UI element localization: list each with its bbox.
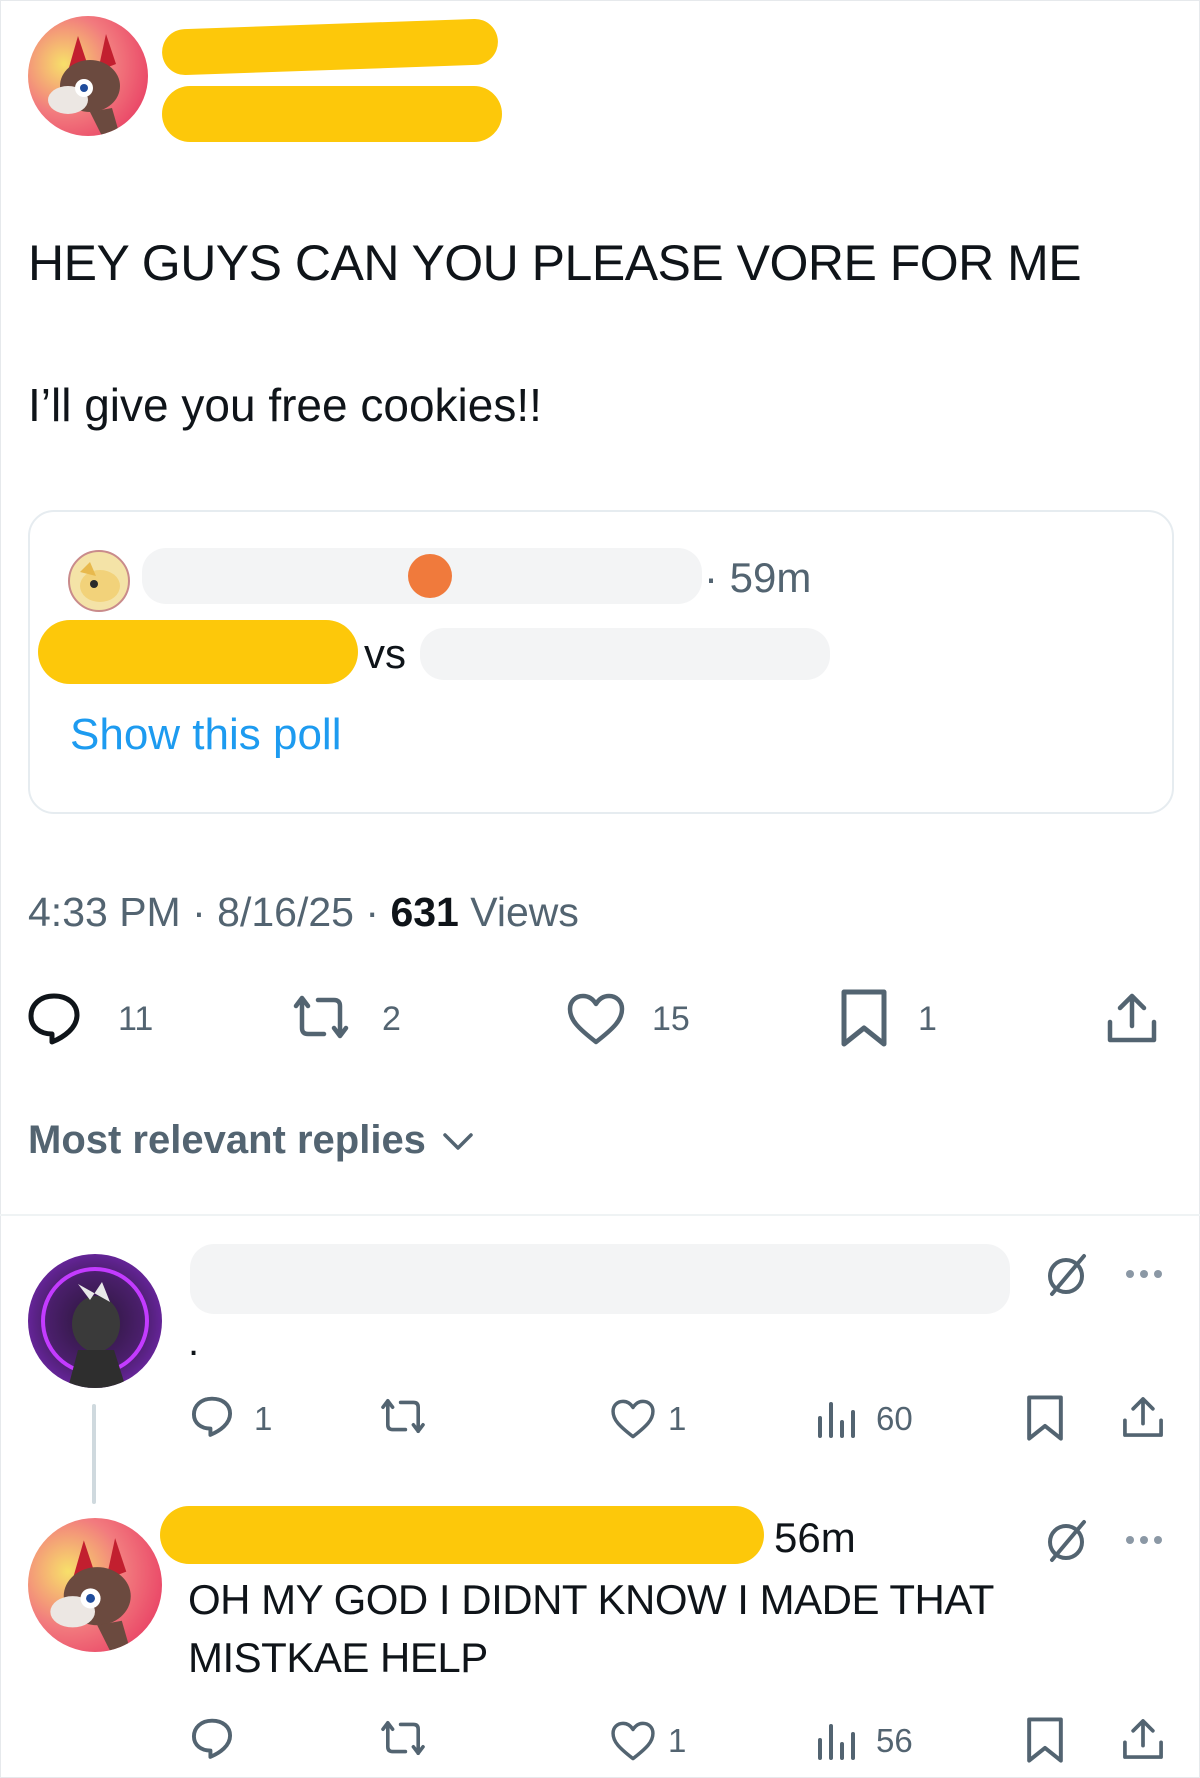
quoted-author-avatar xyxy=(68,550,130,612)
more-options-icon[interactable] xyxy=(1124,1534,1164,1546)
bookmark-icon[interactable] xyxy=(1026,1394,1064,1442)
like-count: 1 xyxy=(668,1722,687,1759)
reply-count: 1 xyxy=(254,1400,273,1437)
post-meta: 4:33 PM · 8/16/25 · 631 Views xyxy=(28,888,579,936)
repost-count: 2 xyxy=(382,1000,401,1038)
quoted-vs-text: vs xyxy=(364,630,406,677)
quoted-post-time: · 59m xyxy=(704,554,812,601)
author-avatar[interactable] xyxy=(28,16,148,136)
chevron-down-icon xyxy=(441,1131,475,1153)
replies-sort-dropdown[interactable]: Most relevant replies xyxy=(28,1116,475,1164)
share-icon[interactable] xyxy=(1120,1394,1166,1440)
reply-text-line2: MISTKAE HELP xyxy=(188,1634,488,1681)
quoted-post-card[interactable]: · 59m vs Show this poll xyxy=(28,510,1174,814)
post-time: 4:33 PM xyxy=(28,889,181,935)
like-icon[interactable] xyxy=(566,992,626,1046)
reply-count: 11 xyxy=(118,1000,154,1038)
quoted-text-redaction-2 xyxy=(420,628,830,680)
views-icon[interactable] xyxy=(816,1398,858,1440)
repost-icon[interactable] xyxy=(290,992,352,1042)
views-count: 60 xyxy=(876,1400,913,1437)
author-handle-redaction xyxy=(162,86,502,142)
show-this-poll-link[interactable]: Show this poll xyxy=(70,710,341,760)
bookmark-icon[interactable] xyxy=(1026,1716,1064,1764)
reply-text: . xyxy=(188,1320,200,1364)
more-options-icon[interactable] xyxy=(1124,1268,1164,1280)
reply-icon[interactable] xyxy=(190,1716,234,1760)
reply-author-name-redaction xyxy=(190,1244,1010,1314)
divider xyxy=(0,1214,1200,1216)
grok-icon[interactable] xyxy=(1042,1516,1090,1564)
author-name-redaction xyxy=(161,18,499,76)
meta-separator: · xyxy=(365,889,380,935)
thread-line xyxy=(92,1404,96,1504)
grok-icon[interactable] xyxy=(1042,1250,1090,1298)
views-count: 56 xyxy=(876,1722,913,1759)
reply-author-name-redaction xyxy=(160,1506,764,1564)
bookmark-icon[interactable] xyxy=(840,988,888,1048)
quoted-text-redaction xyxy=(38,620,358,684)
views-icon[interactable] xyxy=(816,1720,858,1762)
reply-text-line1: OH MY GOD I DIDNT KNOW I MADE THAT xyxy=(188,1576,994,1623)
reply-icon[interactable] xyxy=(190,1394,234,1438)
replies-sort-label: Most relevant replies xyxy=(28,1118,426,1162)
like-count: 15 xyxy=(652,1000,690,1038)
reply-author-avatar[interactable] xyxy=(28,1518,162,1652)
repost-icon[interactable] xyxy=(378,1718,428,1758)
post-text-line2: I’ll give you free cookies!! xyxy=(28,379,542,431)
post-date: 8/16/25 xyxy=(217,889,354,935)
repost-icon[interactable] xyxy=(378,1396,428,1436)
views-count: 631 xyxy=(390,889,459,935)
reply-icon[interactable] xyxy=(26,990,82,1046)
like-count: 1 xyxy=(668,1400,687,1437)
reply-author-avatar[interactable] xyxy=(28,1254,162,1388)
like-icon[interactable] xyxy=(610,1720,656,1762)
share-icon[interactable] xyxy=(1120,1716,1166,1762)
reply-time: 56m xyxy=(774,1514,856,1561)
post-text-line1: HEY GUYS CAN YOU PLEASE VORE FOR ME xyxy=(28,235,1082,291)
share-icon[interactable] xyxy=(1104,990,1160,1046)
meta-separator: · xyxy=(192,889,206,935)
like-icon[interactable] xyxy=(610,1398,656,1440)
quoted-name-emoji-redaction xyxy=(408,554,452,598)
views-label: Views xyxy=(470,889,579,935)
bookmark-count: 1 xyxy=(918,1000,937,1038)
